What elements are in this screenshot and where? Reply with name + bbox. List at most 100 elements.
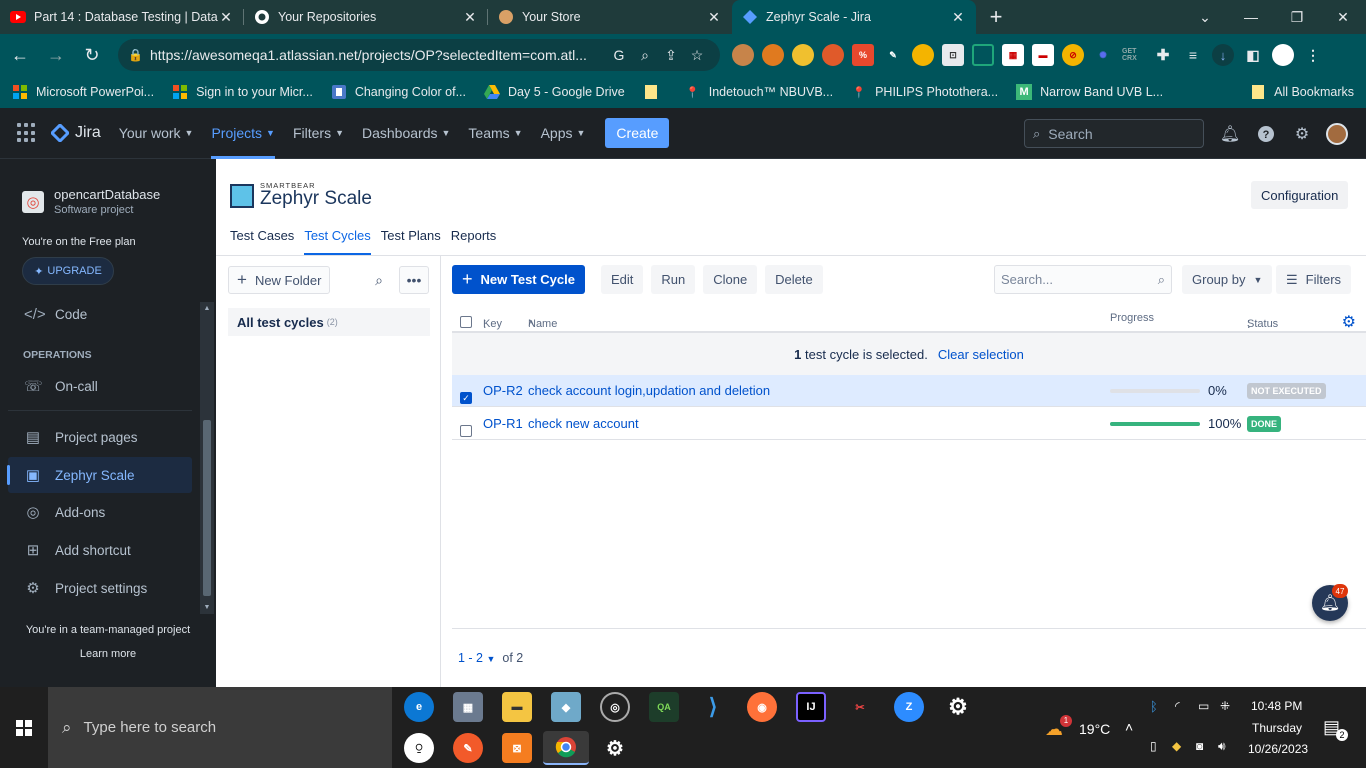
clock-time[interactable]: 10:48 PM	[1251, 699, 1302, 713]
temperature[interactable]: 19°C	[1079, 721, 1110, 737]
page-range-dropdown[interactable]: 1 - 2 ▼	[458, 651, 495, 665]
menu-dashboards[interactable]: Dashboards ▼	[362, 108, 450, 159]
app-tray-icon[interactable]: ◆	[1172, 739, 1181, 753]
configuration-button[interactable]: Configuration	[1251, 181, 1349, 209]
wifi-icon[interactable]: ◜	[1175, 699, 1180, 713]
bookmark-item[interactable]: 📍 PHILIPS Photothera...	[851, 84, 998, 100]
extension-icon[interactable]	[792, 44, 814, 66]
bookmark-item[interactable]	[643, 84, 667, 100]
extension-icon[interactable]	[972, 44, 994, 66]
puzzle-icon[interactable]: ✚	[1152, 44, 1174, 66]
extension-icon[interactable]: ⊘	[1062, 44, 1084, 66]
run-button[interactable]: Run	[651, 265, 696, 294]
extension-icon[interactable]: ▬	[1032, 44, 1054, 66]
start-button[interactable]	[0, 687, 48, 768]
extension-icon[interactable]: GET CRX	[1122, 44, 1144, 66]
extension-icon[interactable]: ⊡	[942, 44, 964, 66]
bluetooth-icon[interactable]: ᛒ	[1150, 699, 1158, 714]
menu-your-work[interactable]: Your work ▼	[119, 108, 194, 159]
browser-tab-active[interactable]: Zephyr Scale - Jira ✕	[732, 0, 976, 34]
firefox-icon[interactable]: ◉	[747, 692, 777, 722]
row-key[interactable]: OP-R2	[483, 383, 523, 398]
new-folder-button[interactable]: + New Folder	[228, 266, 331, 294]
column-progress[interactable]: Progress	[1110, 312, 1154, 324]
new-tab-button[interactable]: +	[976, 0, 1016, 34]
edit-button[interactable]: Edit	[600, 265, 644, 294]
filters-button[interactable]: ☰ Filters	[1276, 265, 1352, 294]
close-icon[interactable]: ✕	[706, 9, 722, 26]
close-icon[interactable]: ✕	[218, 9, 234, 26]
qa-preview-icon[interactable]: QA	[649, 692, 679, 722]
cycle-search-input[interactable]: Search... ⌕	[994, 265, 1172, 294]
extension-icon[interactable]	[912, 44, 934, 66]
tab-search-icon[interactable]: ⌄	[1182, 0, 1228, 34]
clock-day[interactable]: Thursday	[1252, 721, 1302, 735]
learn-more-link[interactable]: Learn more	[0, 648, 216, 660]
battery-icon[interactable]: ▭	[1198, 699, 1209, 713]
sidebar-item-oncall[interactable]: ☏ On-call	[8, 368, 192, 404]
eyedropper-icon[interactable]: ✎	[882, 44, 904, 66]
bookmark-item[interactable]: Changing Color of...	[331, 84, 466, 100]
more-icon[interactable]: •••	[399, 266, 429, 294]
extension-icon[interactable]	[732, 44, 754, 66]
sidebar-item-add-shortcut[interactable]: ⊞ Add shortcut	[8, 532, 192, 568]
scroll-up-icon[interactable]: ▲	[203, 305, 211, 312]
settings-icon[interactable]: ⚙	[1290, 122, 1314, 146]
playlist-icon[interactable]: ≡	[1182, 44, 1204, 66]
extension-icon[interactable]: ✺	[1092, 44, 1114, 66]
avatar[interactable]	[1326, 122, 1348, 145]
clone-button[interactable]: Clone	[703, 265, 758, 294]
sidebar-scrollbar[interactable]: ▲ ▼	[200, 302, 214, 614]
help-icon[interactable]: ?	[1254, 122, 1278, 146]
browser-tab[interactable]: Your Repositories ✕	[244, 0, 488, 34]
group-by-button[interactable]: Group by ▼	[1182, 265, 1273, 294]
back-icon[interactable]: ←	[4, 39, 36, 71]
sidebar-item-code[interactable]: </> Code	[8, 296, 192, 332]
app-icon[interactable]: ⍜	[404, 733, 434, 763]
create-button[interactable]: Create	[605, 118, 670, 148]
download-icon[interactable]: ↓	[1212, 44, 1234, 66]
menu-teams[interactable]: Teams ▼	[468, 108, 522, 159]
share-icon[interactable]: ⇪	[658, 47, 684, 64]
sidebar-item-project-pages[interactable]: ▤ Project pages	[8, 419, 192, 455]
app-switcher-icon[interactable]	[17, 123, 37, 143]
network-icon[interactable]: ⁜	[1220, 699, 1230, 713]
chevron-up-icon[interactable]: ˄	[1125, 719, 1133, 735]
obs-icon[interactable]: ◎	[600, 692, 630, 722]
postman-icon[interactable]: ✎	[453, 733, 483, 763]
bookmark-item[interactable]: Sign in to your Micr...	[172, 84, 313, 100]
close-icon[interactable]: ✕	[950, 9, 966, 26]
all-bookmarks[interactable]: All Bookmarks	[1252, 76, 1354, 108]
camera-icon[interactable]: ◙	[1196, 739, 1203, 753]
scroll-down-icon[interactable]: ▼	[203, 604, 211, 611]
tab-test-plans[interactable]: Test Plans	[381, 225, 441, 255]
volume-icon[interactable]: 🔊︎	[1218, 739, 1226, 754]
extension-icon[interactable]: %	[852, 44, 874, 66]
bookmark-star-icon[interactable]: ☆	[684, 47, 710, 64]
search-icon[interactable]: ⌕	[365, 266, 393, 294]
browser-tab[interactable]: Your Store ✕	[488, 0, 732, 34]
menu-apps[interactable]: Apps ▼	[541, 108, 586, 159]
extension-icon[interactable]	[822, 44, 844, 66]
file-explorer-icon[interactable]: ▬	[502, 692, 532, 722]
vscode-icon[interactable]: ⟩	[698, 692, 728, 722]
address-bar[interactable]: 🔒 https://awesomeqa1.atlassian.net/proje…	[118, 39, 720, 71]
clear-selection-link[interactable]: Clear selection	[938, 347, 1024, 362]
edge-icon[interactable]: e	[404, 692, 434, 722]
sidebar-item-project-settings[interactable]: ⚙ Project settings	[8, 570, 192, 606]
menu-filters[interactable]: Filters ▼	[293, 108, 344, 159]
taskbar-search[interactable]: ⌕ Type here to search	[48, 687, 392, 768]
close-window-icon[interactable]: ✕	[1320, 0, 1366, 34]
sidebar-item-zephyr-scale[interactable]: ▣ Zephyr Scale	[7, 457, 192, 493]
project-header[interactable]: ◎ opencartDatabase Software project	[22, 187, 160, 216]
row-key[interactable]: OP-R1	[483, 416, 523, 431]
row-name[interactable]: check new account	[528, 416, 639, 431]
zoom-icon[interactable]: ⌕	[632, 47, 658, 64]
notifications-icon[interactable]: 🔔︎	[1218, 122, 1242, 146]
sidepanel-icon[interactable]: ◧	[1242, 44, 1264, 66]
close-icon[interactable]: ✕	[462, 9, 478, 26]
clock-date[interactable]: 10/26/2023	[1248, 742, 1308, 756]
chrome-taskbar-icon[interactable]	[543, 731, 589, 765]
row-name[interactable]: check account login,updation and deletio…	[528, 383, 770, 398]
app-icon[interactable]: ✂	[845, 692, 875, 722]
